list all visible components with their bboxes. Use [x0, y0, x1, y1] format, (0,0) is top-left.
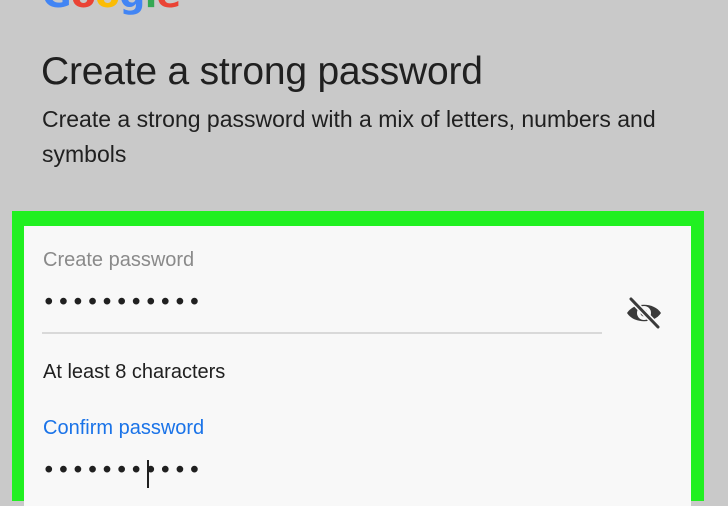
toggle-password-visibility-button[interactable]	[620, 293, 668, 333]
text-cursor	[147, 460, 149, 488]
create-password-label: Create password	[43, 249, 195, 271]
logo-letter: e	[157, 0, 181, 14]
eye-slash-icon	[627, 296, 661, 330]
confirm-password-label: Confirm password	[43, 417, 205, 439]
create-password-field[interactable]: •••••••••••	[42, 290, 202, 316]
logo-letter: G	[42, 0, 72, 14]
page-title: Create a strong password	[41, 50, 483, 93]
logo-letter: g	[120, 0, 146, 14]
password-requirement-hint: At least 8 characters	[43, 361, 226, 383]
create-password-underline	[42, 332, 602, 334]
logo-letter: o	[95, 0, 120, 14]
google-logo: Google	[42, 0, 181, 14]
page-subtitle: Create a strong password with a mix of l…	[42, 106, 656, 167]
confirm-password-field[interactable]: •••••••••••	[42, 458, 202, 484]
logo-letter: l	[145, 0, 157, 14]
logo-letter: o	[71, 0, 96, 14]
